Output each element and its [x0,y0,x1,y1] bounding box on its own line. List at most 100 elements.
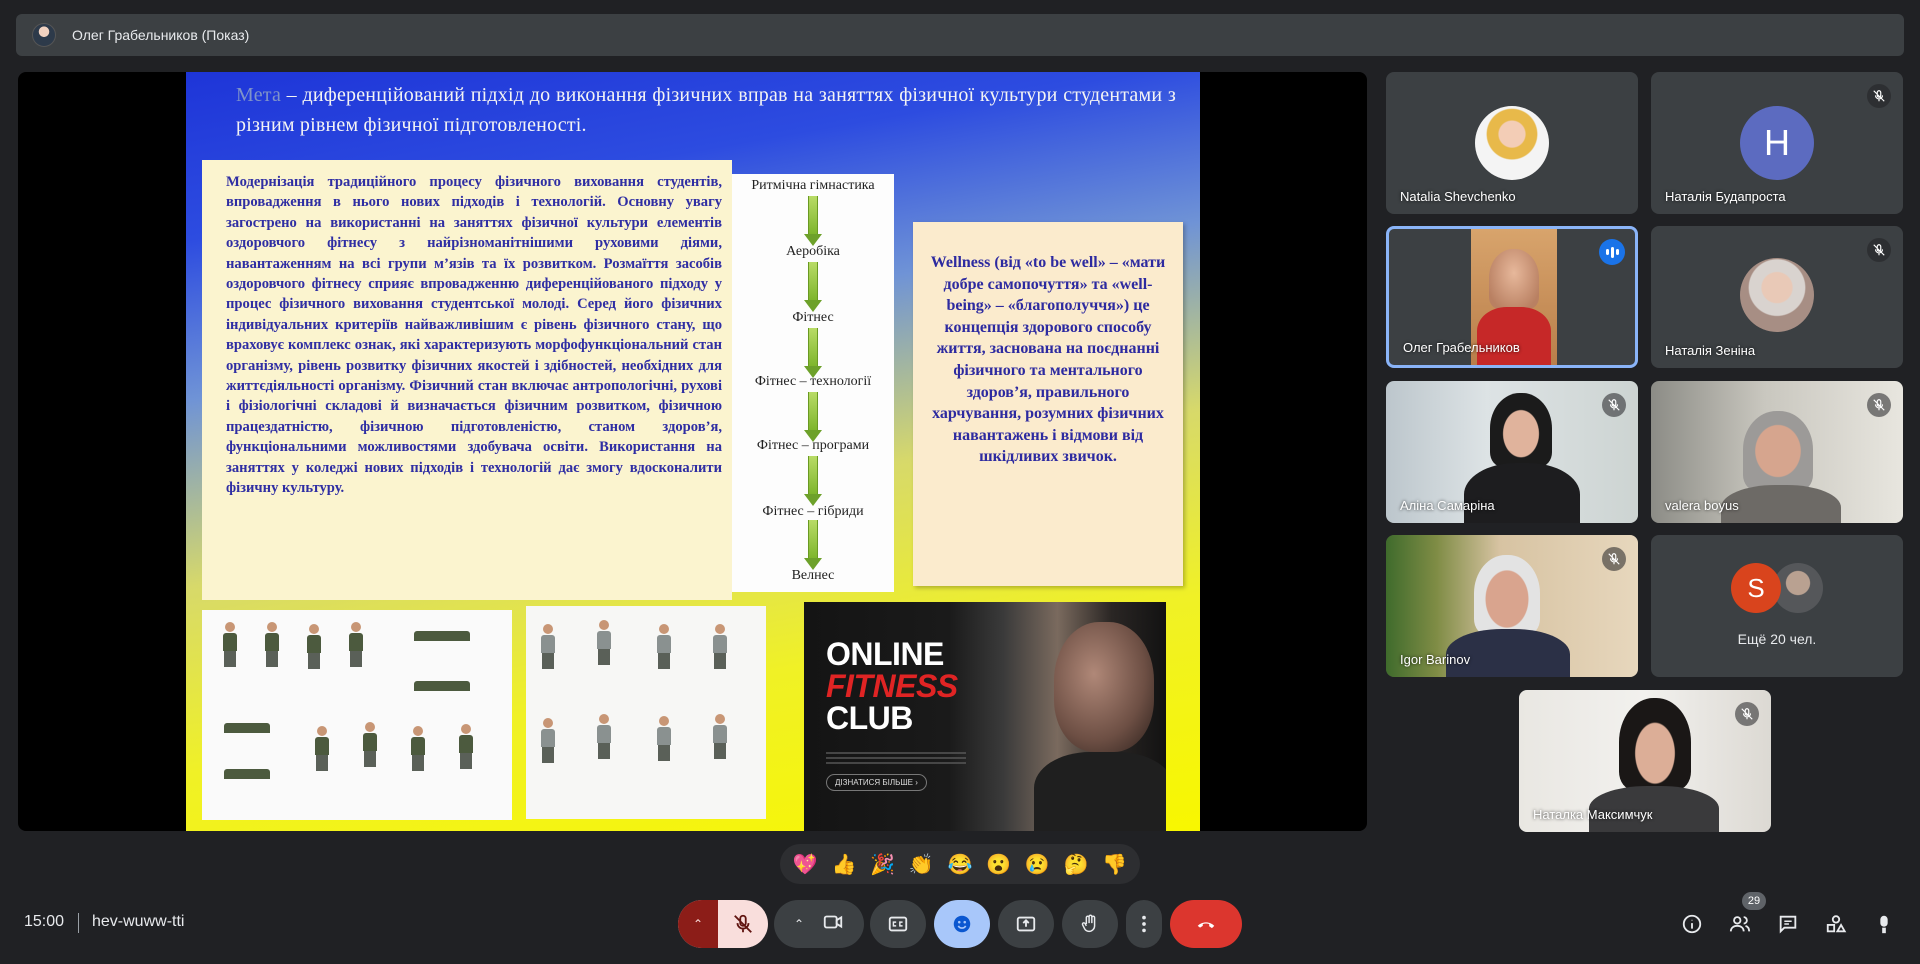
down-arrow-icon [804,392,822,442]
down-arrow-icon [804,262,822,312]
participant-avatar [1740,258,1814,332]
reactions-bar: 💖 👍 🎉 👏 😂 😮 😢 🤔 👎 [780,844,1140,884]
figure [222,768,272,788]
chat-button[interactable] [1774,910,1802,938]
participant-tile-active-speaker[interactable]: Олег Грабельников [1386,226,1638,368]
raise-hand-icon [1081,914,1096,933]
poster-person-body [1034,752,1166,831]
mic-off-icon[interactable] [718,913,768,935]
slide-body-text: Модернізація традиційного процесу фізичн… [202,160,732,600]
people-button[interactable] [1726,910,1754,938]
fitness-flow-diagram: Ритмічна гімнастика Аеробіка Фітнес Фітн… [732,174,894,592]
chat-icon [1779,915,1797,934]
host-controls-button[interactable] [1870,910,1898,938]
slide-heading-text: – диференційований підхід до виконання ф… [236,84,1176,136]
figure [412,680,472,700]
figure [712,624,728,670]
exercise-illustration [202,610,512,820]
poster-line3: CLUB [826,700,913,736]
camera-control[interactable]: ⌃ [774,900,864,948]
speaking-indicator-icon [1599,239,1625,265]
more-participants-tile[interactable]: S Ещё 20 чел. [1651,535,1903,677]
participant-tile[interactable]: Наталія Зеніна [1651,226,1903,368]
captions-icon [888,916,908,932]
participant-name: Наталія Будапроста [1665,189,1786,204]
figure [656,624,672,670]
participant-tile[interactable]: valera boyus [1651,381,1903,523]
participant-tile[interactable]: Natalia Shevchenko [1386,72,1638,214]
mic-options-button[interactable]: ⌃ [678,900,718,948]
participant-name: valera boyus [1665,498,1739,513]
flow-step: Велнес [791,568,835,583]
camera-options-chevron-icon[interactable]: ⌃ [794,917,804,931]
figure [540,718,556,764]
reaction-sad-button[interactable]: 😢 [1019,852,1055,877]
raise-hand-button[interactable] [1062,900,1118,948]
poster-line1: ONLINE [826,636,944,672]
microphone-control[interactable]: ⌃ [678,900,768,948]
mic-off-icon [1867,393,1891,417]
slide-heading-lead: Мета [236,84,282,106]
activities-icon [1826,915,1847,933]
figure [264,622,280,668]
participant-name: Наталка Максимчук [1533,807,1653,822]
mic-off-icon [1602,393,1626,417]
reaction-thumbs-up-button[interactable]: 👍 [826,852,862,877]
participant-name: Natalia Shevchenko [1400,189,1516,204]
participant-avatar: H [1740,106,1814,180]
presenter-avatar [32,23,56,47]
present-screen-button[interactable] [998,900,1054,948]
participant-avatar [1475,106,1549,180]
participant-tile[interactable]: Аліна Самаріна [1386,381,1638,523]
more-options-button[interactable] [1126,900,1162,948]
meeting-clock: 15:00 [24,913,65,930]
participant-name: Олег Грабельников [1403,340,1520,355]
activities-button[interactable] [1822,910,1850,938]
shared-screen[interactable]: Мета – диференційований підхід до викона… [18,72,1367,831]
figure [306,624,322,670]
participant-tile[interactable]: Igor Barinov [1386,535,1638,677]
figure [712,714,728,760]
figure [596,714,612,760]
reaction-heart-button[interactable]: 💖 [787,852,823,877]
poster-button: ДІЗНАТИСЯ БІЛЬШЕ › [826,774,927,791]
flow-step: Фітнес – програми [756,438,870,453]
reaction-clap-button[interactable]: 👏 [903,852,939,877]
down-arrow-icon [804,520,822,570]
figure [412,630,472,650]
participant-name: Наталія Зеніна [1665,343,1756,358]
reaction-surprised-button[interactable]: 😮 [981,852,1017,877]
reaction-party-button[interactable]: 🎉 [865,852,901,877]
participant-tile[interactable]: H Наталія Будапроста [1651,72,1903,214]
mic-off-icon [1735,702,1759,726]
more-participants-label: Ещё 20 чел. [1737,631,1817,647]
mic-off-icon [1602,547,1626,571]
figure [222,622,238,668]
participant-name: Igor Barinov [1400,652,1471,667]
reaction-thinking-button[interactable]: 🤔 [1058,852,1094,877]
participant-name: Аліна Самаріна [1400,498,1495,513]
reaction-laugh-button[interactable]: 😂 [942,852,978,877]
down-arrow-icon [804,196,822,246]
flow-step: Фітнес – технології [754,374,872,389]
figure [362,722,378,768]
more-vert-icon [1142,915,1146,933]
leave-call-button[interactable] [1170,900,1242,948]
figure [314,726,330,772]
flow-step: Фітнес – гібриди [762,504,864,519]
info-icon [1682,914,1702,934]
mic-off-icon [1867,84,1891,108]
meeting-details-button[interactable] [1678,910,1706,938]
participant-tile[interactable]: Наталка Максимчук [1519,690,1771,832]
emoji-icon [953,915,971,933]
emoji-reactions-button[interactable] [934,900,990,948]
presentation-slide: Мета – диференційований підхід до викона… [186,72,1200,831]
camera-icon[interactable] [822,911,844,938]
participant-avatar: S [1731,563,1781,613]
flow-step: Ритмічна гімнастика [751,178,875,193]
down-arrow-icon [804,456,822,506]
reaction-thumbs-down-button[interactable]: 👎 [1097,852,1133,877]
poster-fine-print [826,752,966,766]
captions-button[interactable] [870,900,926,948]
poster-person [1054,622,1154,752]
